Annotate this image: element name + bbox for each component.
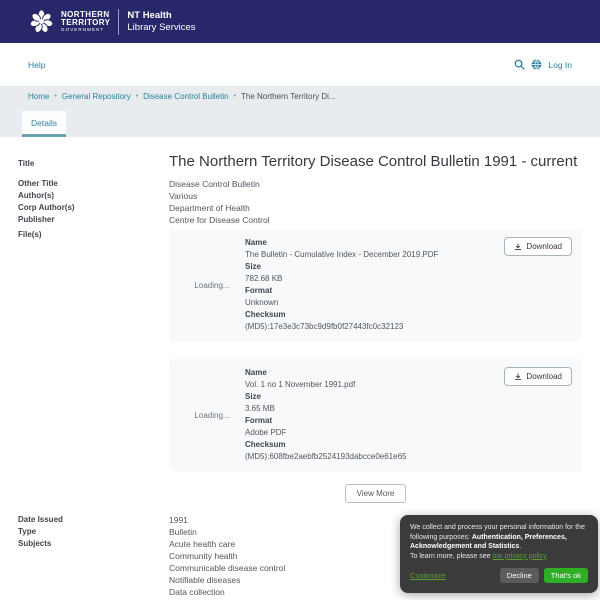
cookie-consent-banner: We collect and process your personal inf… <box>400 515 598 593</box>
cookie-learn-more-prefix: To learn more, please see <box>410 553 493 560</box>
cookie-message: We collect and process your personal inf… <box>410 523 588 552</box>
download-button[interactable]: Download <box>504 367 572 386</box>
file-fields: Name The Bulletin - Cumulative Index - D… <box>245 237 496 333</box>
ntg-flower-icon <box>28 8 55 35</box>
title-row: Title The Northern Territory Disease Con… <box>0 153 600 171</box>
breadcrumb-home[interactable]: Home <box>28 92 49 101</box>
download-button-label: Download <box>526 372 562 381</box>
nt-government-logo[interactable]: NORTHERN TERRITORY GOVERNMENT <box>28 8 110 35</box>
date-issued-label: Date Issued <box>18 514 169 526</box>
subjects-label: Subjects <box>18 538 169 598</box>
publisher-label: Publisher <box>18 214 169 226</box>
top-navbar: Help Log In <box>0 43 600 86</box>
title-label: Title <box>18 153 169 171</box>
breadcrumb-separator: • <box>234 93 236 100</box>
files-row: File(s) Loading... Name The Bulletin - C… <box>0 229 600 503</box>
cookie-message-suffix: . <box>519 543 521 550</box>
tab-details[interactable]: Details <box>22 111 66 137</box>
corp-authors-label: Corp Author(s) <box>18 202 169 214</box>
download-icon <box>514 243 522 251</box>
org-line3: GOVERNMENT <box>61 28 110 33</box>
cookie-buttons: Decline That's ok <box>500 568 588 583</box>
file-checksum-value: (MD5):17e3e3c73bc9d9fb0f27443fc0c32123 <box>245 321 496 333</box>
file-name-label: Name <box>245 237 496 249</box>
breadcrumb: Home • General Repository • Disease Cont… <box>0 86 600 107</box>
site-title-line1: NT Health <box>127 10 195 22</box>
breadcrumb-separator: • <box>136 93 138 100</box>
files-label: File(s) <box>18 229 169 503</box>
breadcrumb-general-repository[interactable]: General Repository <box>62 92 131 101</box>
file-name-value: The Bulletin - Cumulative Index - Decemb… <box>245 249 496 261</box>
help-link[interactable]: Help <box>28 60 45 70</box>
view-more-wrap: View More <box>169 484 582 503</box>
file-card-list: Loading... Name The Bulletin - Cumulativ… <box>169 229 582 503</box>
accept-button[interactable]: That's ok <box>544 568 588 583</box>
login-link[interactable]: Log In <box>548 60 572 70</box>
page: NORTHERN TERRITORY GOVERNMENT NT Health … <box>0 0 600 600</box>
type-label: Type <box>18 526 169 538</box>
org-line2: TERRITORY <box>61 19 110 27</box>
download-icon <box>514 373 522 381</box>
file-size-value: 3.65 MB <box>245 403 496 415</box>
publisher-value: Centre for Disease Control <box>169 214 582 226</box>
masthead: NORTHERN TERRITORY GOVERNMENT NT Health … <box>0 0 600 43</box>
file-checksum-label: Checksum <box>245 439 496 451</box>
other-title-value: Disease Control Bulletin <box>169 178 582 190</box>
download-button[interactable]: Download <box>504 237 572 256</box>
thumbnail-loading-text: Loading... <box>179 367 245 463</box>
decline-button[interactable]: Decline <box>500 568 539 583</box>
publisher-row: Publisher Centre for Disease Control <box>0 214 600 226</box>
corp-authors-row: Corp Author(s) Department of Health <box>0 202 600 214</box>
file-name-label: Name <box>245 367 496 379</box>
cookie-learn-more: To learn more, please see our privacy po… <box>410 552 588 562</box>
breadcrumb-disease-control-bulletin[interactable]: Disease Control Bulletin <box>143 92 228 101</box>
file-size-label: Size <box>245 261 496 273</box>
navbar-right-group: Log In <box>514 59 572 70</box>
file-size-value: 782.68 KB <box>245 273 496 285</box>
file-card: Loading... Name Vol. 1 no 1 November 199… <box>169 359 582 471</box>
file-fields: Name Vol. 1 no 1 November 1991.pdf Size … <box>245 367 496 463</box>
authors-label: Author(s) <box>18 190 169 202</box>
file-card: Loading... Name The Bulletin - Cumulativ… <box>169 229 582 341</box>
file-format-label: Format <box>245 285 496 297</box>
breadcrumb-current-item: The Northern Territory Di... <box>241 92 336 101</box>
file-size-label: Size <box>245 391 496 403</box>
record-title: The Northern Territory Disease Control B… <box>169 153 582 171</box>
org-wordmark: NORTHERN TERRITORY GOVERNMENT <box>61 11 110 33</box>
other-title-row: Other Title Disease Control Bulletin <box>0 178 600 190</box>
privacy-policy-link[interactable]: our privacy policy <box>493 553 547 560</box>
authors-value: Various <box>169 190 582 202</box>
cookie-actions: Customize Decline That's ok <box>410 568 588 583</box>
download-cell: Download <box>496 367 572 463</box>
file-checksum-label: Checksum <box>245 309 496 321</box>
file-format-value: Adobe PDF <box>245 427 496 439</box>
site-title-line2: Library Services <box>127 22 195 34</box>
logo-divider <box>118 9 119 35</box>
authors-row: Author(s) Various <box>0 190 600 202</box>
view-more-button[interactable]: View More <box>345 484 407 503</box>
search-icon[interactable] <box>514 59 525 70</box>
breadcrumb-separator: • <box>54 93 56 100</box>
other-title-label: Other Title <box>18 178 169 190</box>
download-button-label: Download <box>526 242 562 251</box>
site-title[interactable]: NT Health Library Services <box>127 10 195 34</box>
corp-authors-value: Department of Health <box>169 202 582 214</box>
file-checksum-value: (MD5):608fbe2aebfb2524193dabcce0e61e65 <box>245 451 496 463</box>
thumbnail-loading-text: Loading... <box>179 237 245 333</box>
file-format-value: Unknown <box>245 297 496 309</box>
language-globe-icon[interactable] <box>531 59 542 70</box>
tab-strip: Details <box>0 107 600 137</box>
file-name-value: Vol. 1 no 1 November 1991.pdf <box>245 379 496 391</box>
file-format-label: Format <box>245 415 496 427</box>
download-cell: Download <box>496 237 572 333</box>
customize-link[interactable]: Customize <box>410 571 445 580</box>
